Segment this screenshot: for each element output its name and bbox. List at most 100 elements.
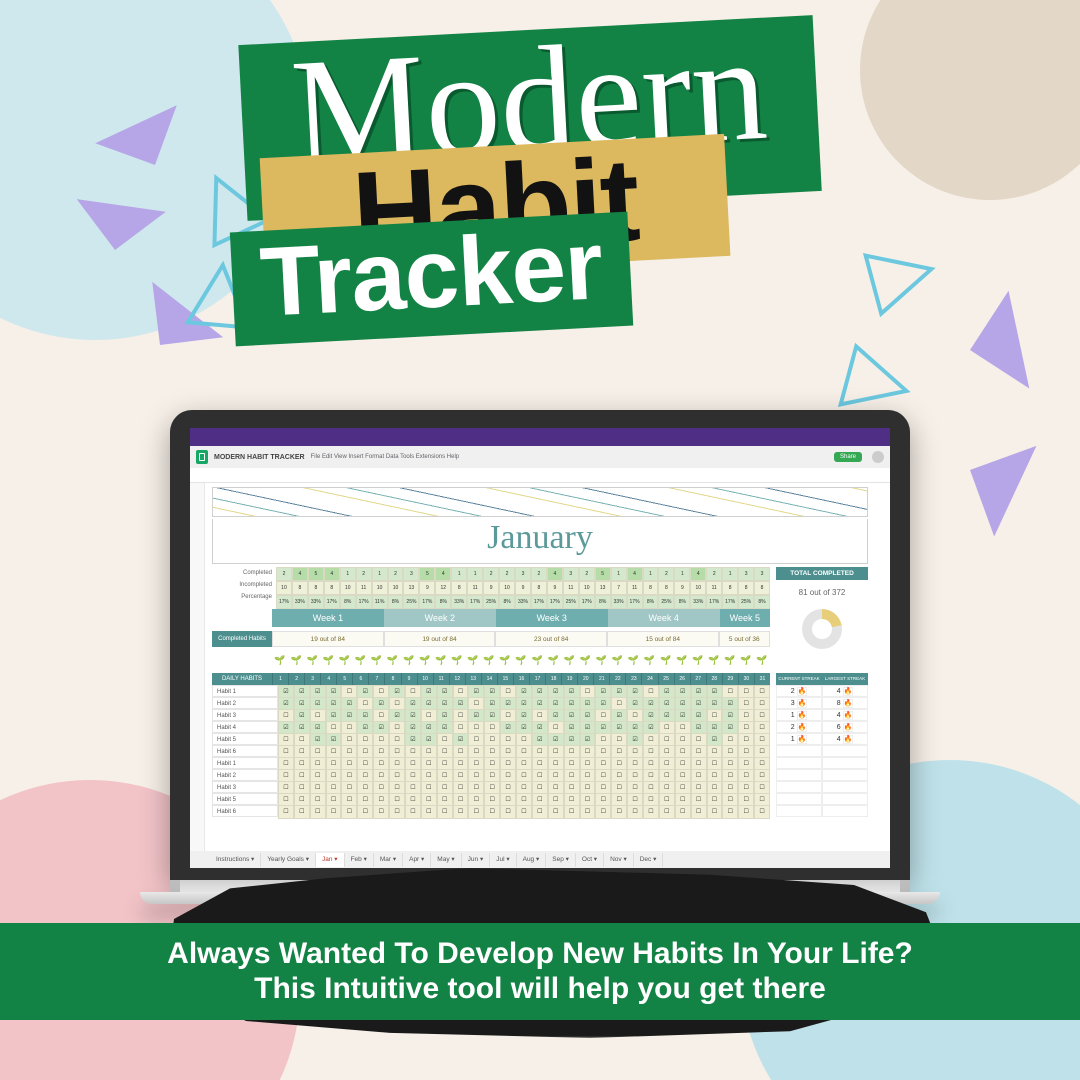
day-number: 22 — [609, 673, 625, 685]
habit-checkbox[interactable]: ☐ — [278, 805, 294, 819]
stat-cell: 25% — [738, 595, 754, 609]
sheets-header: MODERN HABIT TRACKER File Edit View Inse… — [190, 446, 890, 468]
habit-checkbox[interactable]: ☐ — [627, 805, 643, 819]
habit-checkbox[interactable]: ☐ — [357, 805, 373, 819]
share-button[interactable]: Share — [834, 452, 862, 462]
habit-checkbox[interactable]: ☐ — [500, 805, 516, 819]
streak-row: 3 🔥8 🔥 — [776, 697, 868, 709]
stat-cell: 17% — [706, 595, 722, 609]
sheet-tab[interactable]: Nov ▾ — [604, 853, 634, 867]
habit-checkbox[interactable]: ☐ — [373, 805, 389, 819]
habit-row: Habit 3☐☐☐☐☐☐☐☐☐☐☐☐☐☐☐☐☐☐☐☐☐☐☐☐☐☐☐☐☐☐☐ — [212, 781, 770, 793]
habit-checkbox[interactable]: ☐ — [675, 805, 691, 819]
day-number: 16 — [513, 673, 529, 685]
habit-checkbox[interactable]: ☐ — [405, 805, 421, 819]
streak-current — [776, 781, 822, 793]
sprout-icon: 🌱 — [674, 651, 690, 669]
stat-cell: 5 — [308, 567, 324, 581]
stat-cell: 8 — [308, 581, 324, 595]
sheet-tab[interactable]: Jan ▾ — [316, 853, 345, 867]
streak-current — [776, 769, 822, 781]
streak-current — [776, 805, 822, 817]
completed-week-value: 19 out of 84 — [272, 631, 384, 647]
completed-habits-label: Completed Habits — [212, 631, 272, 647]
sheet-tab[interactable]: Mar ▾ — [374, 853, 403, 867]
habit-checkbox[interactable]: ☐ — [722, 805, 738, 819]
stat-cell: 9 — [483, 581, 499, 595]
habit-checkbox[interactable]: ☐ — [595, 805, 611, 819]
sprouts-row: 🌱🌱🌱🌱🌱🌱🌱🌱🌱🌱🌱🌱🌱🌱🌱🌱🌱🌱🌱🌱🌱🌱🌱🌱🌱🌱🌱🌱🌱🌱🌱 — [272, 651, 770, 669]
stat-cell: 4 — [547, 567, 563, 581]
sprout-icon: 🌱 — [545, 651, 561, 669]
streak-largest: 6 🔥 — [822, 721, 868, 733]
sprout-icon: 🌱 — [625, 651, 641, 669]
habit-checkbox[interactable]: ☐ — [310, 805, 326, 819]
sprout-icon: 🌱 — [641, 651, 657, 669]
habit-name: Habit 6 — [212, 805, 278, 817]
streak-row — [776, 769, 868, 781]
sheet-tab[interactable]: Oct ▾ — [576, 853, 604, 867]
streak-largest: 4 🔥 — [822, 709, 868, 721]
habit-checkbox[interactable]: ☐ — [484, 805, 500, 819]
habit-checkbox[interactable]: ☐ — [691, 805, 707, 819]
stat-cell: 11 — [467, 581, 483, 595]
sheet-tab[interactable]: Yearly Goals ▾ — [261, 853, 316, 867]
day-number: 8 — [384, 673, 400, 685]
habit-row: Habit 4☑☑☑☐☐☑☑☐☑☑☑☐☐☐☑☑☑☐☑☑☑☑☑☑☐☐☑☑☑☐☐ — [212, 721, 770, 733]
sheet-tab[interactable]: Aug ▾ — [517, 853, 547, 867]
stat-cell: 8 — [531, 581, 547, 595]
month-title: January — [212, 519, 868, 564]
sheet-tab[interactable]: Feb ▾ — [345, 853, 374, 867]
habit-checkbox[interactable]: ☐ — [738, 805, 754, 819]
habit-checkbox[interactable]: ☐ — [294, 805, 310, 819]
habit-checkbox[interactable]: ☐ — [341, 805, 357, 819]
habit-checkbox[interactable]: ☐ — [707, 805, 723, 819]
stat-cell: 13 — [403, 581, 419, 595]
stat-cell: 3 — [738, 567, 754, 581]
habit-checkbox[interactable]: ☐ — [659, 805, 675, 819]
habit-checkbox[interactable]: ☐ — [643, 805, 659, 819]
habit-row: Habit 2☐☐☐☐☐☐☐☐☐☐☐☐☐☐☐☐☐☐☐☐☐☐☐☐☐☐☐☐☐☐☐ — [212, 769, 770, 781]
habit-checkbox[interactable]: ☐ — [453, 805, 469, 819]
stat-cell: 1 — [722, 567, 738, 581]
habit-row: Habit 1☑☑☑☑☐☑☐☑☐☑☑☐☑☑☐☑☑☑☑☐☑☑☑☐☑☑☑☑☐☐☐ — [212, 685, 770, 697]
day-number: 11 — [433, 673, 449, 685]
habit-checkbox[interactable]: ☐ — [437, 805, 453, 819]
sheet-tab[interactable]: Sep ▾ — [546, 853, 576, 867]
day-number: 6 — [352, 673, 368, 685]
habit-checkbox[interactable]: ☐ — [389, 805, 405, 819]
sheet-tab[interactable]: Dec ▾ — [634, 853, 664, 867]
stat-cell: 8% — [388, 595, 404, 609]
day-number: 30 — [738, 673, 754, 685]
donut-chart-icon — [802, 609, 842, 649]
stat-label: Percentage — [212, 594, 272, 600]
completed-week-value: 23 out of 84 — [495, 631, 607, 647]
sheet-tab[interactable]: Apr ▾ — [403, 853, 431, 867]
habit-name: Habit 1 — [212, 757, 278, 769]
stat-cell: 17% — [579, 595, 595, 609]
sheet-tab[interactable]: May ▾ — [431, 853, 461, 867]
habit-checkbox[interactable]: ☐ — [564, 805, 580, 819]
habit-checkbox[interactable]: ☐ — [611, 805, 627, 819]
stat-cell: 10 — [579, 581, 595, 595]
stat-cell: 1 — [674, 567, 690, 581]
habit-checkbox[interactable]: ☐ — [580, 805, 596, 819]
sprout-icon: 🌱 — [706, 651, 722, 669]
title-word-3: Tracker — [258, 209, 605, 337]
streak-largest — [822, 745, 868, 757]
habit-checkbox[interactable]: ☐ — [548, 805, 564, 819]
stat-cell: 33% — [515, 595, 531, 609]
habit-checkbox[interactable]: ☐ — [421, 805, 437, 819]
streak-grid: 2 🔥4 🔥3 🔥8 🔥1 🔥4 🔥2 🔥6 🔥1 🔥4 🔥 — [776, 685, 868, 817]
habit-checkbox[interactable]: ☐ — [326, 805, 342, 819]
habit-checkbox[interactable]: ☐ — [532, 805, 548, 819]
sheet-tab[interactable]: Jun ▾ — [462, 853, 491, 867]
habit-row: Habit 6☐☐☐☐☐☐☐☐☐☐☐☐☐☐☐☐☐☐☐☐☐☐☐☐☐☐☐☐☐☐☐ — [212, 805, 770, 817]
habit-checkbox[interactable]: ☐ — [516, 805, 532, 819]
sheet-tab[interactable]: Instructions ▾ — [210, 853, 261, 867]
sheet-tab[interactable]: Jul ▾ — [490, 853, 516, 867]
habit-checkbox[interactable]: ☐ — [468, 805, 484, 819]
habit-checkbox[interactable]: ☐ — [754, 805, 770, 819]
stat-cell: 1 — [611, 567, 627, 581]
stat-cell: 1 — [451, 567, 467, 581]
